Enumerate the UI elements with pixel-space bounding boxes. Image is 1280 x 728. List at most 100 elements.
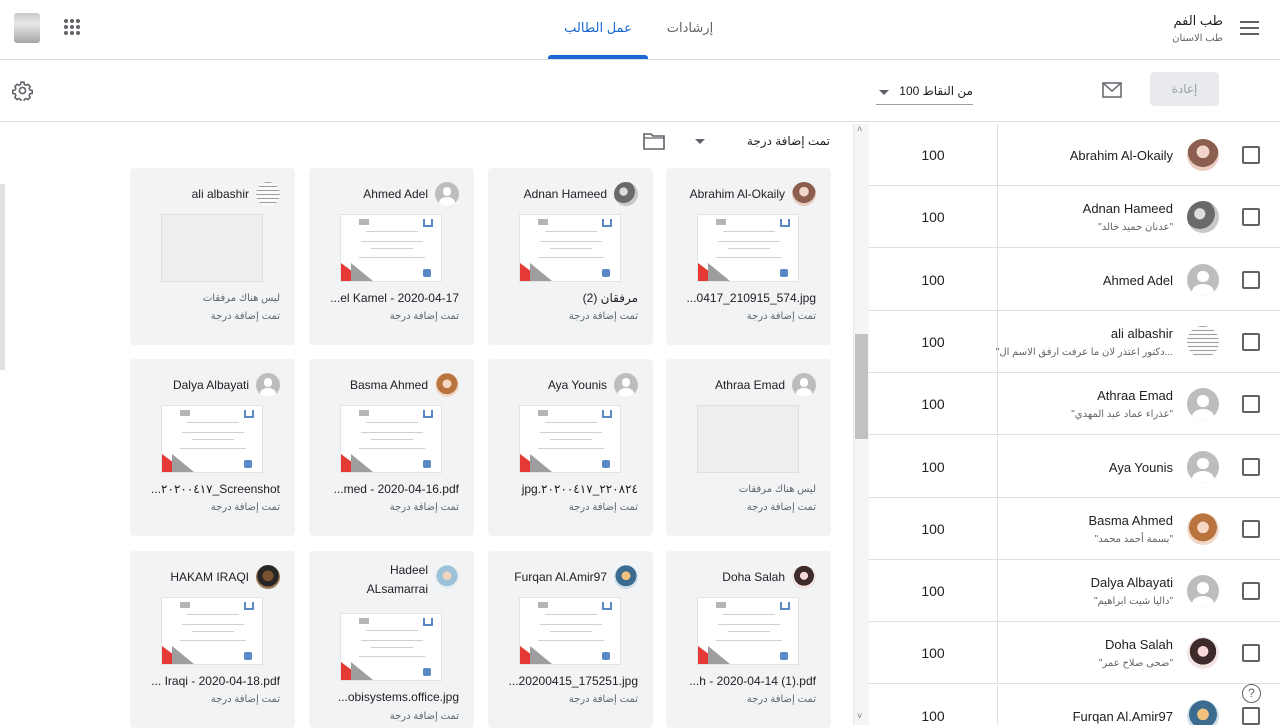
chevron-down-icon	[879, 90, 889, 95]
student-row[interactable]: 100 Ahmed Adel	[869, 248, 1280, 311]
student-row[interactable]: 100 ali albashir "دكتور اعتذر لان ما عرفت …	[869, 310, 1280, 373]
student-checkbox[interactable]	[1242, 519, 1260, 538]
grade-cell[interactable]: 100	[869, 684, 998, 725]
attachment-thumbnail[interactable]	[161, 214, 263, 282]
student-checkbox[interactable]	[1242, 146, 1260, 164]
student-name: Furqan Al.Amir97	[1072, 708, 1173, 724]
student-row[interactable]: 100 Aya Younis	[869, 435, 1280, 498]
grade-cell[interactable]: 100	[869, 124, 998, 186]
attachment-thumbnail[interactable]	[161, 597, 263, 665]
student-avatar	[1187, 201, 1219, 234]
attachment-thumbnail[interactable]	[161, 405, 263, 473]
chevron-down-icon[interactable]	[695, 139, 705, 144]
private-comment: "دكتور اعتذر لان ما عرفت ارفق الاسم ال..…	[995, 346, 1173, 358]
attachment-thumbnail[interactable]	[519, 597, 621, 665]
scroll-up-arrow-icon[interactable]: ˄	[857, 124, 862, 134]
student-avatar	[1187, 637, 1219, 670]
student-row[interactable]: 100 Dalya Albayati "داليا شيت ابراهيم"	[869, 560, 1280, 623]
submission-card[interactable]: Aya Younis jpg.٢٢٠٨٢٤_٢٠٢٠٠٤١٧ تمت إضافة د…	[488, 359, 653, 536]
card-avatar	[792, 565, 816, 589]
student-checkbox[interactable]	[1242, 332, 1260, 351]
student-row[interactable]: 100 Furqan Al.Amir97	[869, 684, 1280, 725]
student-checkbox[interactable]	[1242, 582, 1260, 601]
card-student-name: Dalya Albayati	[172, 378, 249, 392]
scroll-down-arrow-icon[interactable]: ˅	[857, 711, 862, 721]
attachment-thumbnail[interactable]	[340, 405, 442, 473]
filter-select-label[interactable]: تمت إضافة درجة	[747, 134, 830, 148]
student-name: Aya Younis	[1108, 459, 1173, 475]
student-name: Adnan Hameed	[1082, 201, 1173, 217]
student-checkbox[interactable]	[1242, 457, 1260, 476]
grade-status: تمت إضافة درجة	[210, 311, 280, 322]
student-checkbox[interactable]	[1242, 395, 1260, 414]
grade-cell[interactable]: 100	[869, 373, 998, 436]
attachment-thumbnail[interactable]	[519, 405, 621, 473]
card-avatar	[614, 565, 638, 589]
gear-icon[interactable]	[12, 80, 33, 101]
card-student-name: Ahmed Adel	[363, 187, 428, 201]
card-student-name: Doha Salah	[722, 570, 785, 584]
folder-icon[interactable]	[643, 132, 665, 150]
course-title[interactable]: طب الفم	[1173, 13, 1223, 29]
student-name: Doha Salah	[1105, 637, 1173, 653]
tab-student-work[interactable]: عمل الطالب	[548, 0, 648, 59]
grade-cell[interactable]: 100	[869, 560, 998, 623]
return-button[interactable]: إعادة	[1150, 72, 1219, 106]
submission-card[interactable]: Basma Ahmed ...med - 2020-04-16.pdf تمت إض…	[309, 359, 474, 536]
private-comment: "بسمة أحمد محمد"	[1094, 533, 1173, 545]
grade-status: تمت إضافة درجة	[746, 502, 816, 513]
attachment-thumbnail[interactable]	[697, 214, 799, 282]
submission-card[interactable]: ali albashir ليس هناك مرفقات تمت إضافة درج…	[130, 168, 295, 345]
card-student-name: Basma Ahmed	[349, 378, 428, 392]
submission-card[interactable]: Adnan Hameed مرفقان (2) تمت إضافة درجة	[488, 168, 653, 345]
student-row[interactable]: 100 Doha Salah "ضحى صلاح عمر"	[869, 622, 1280, 685]
student-checkbox[interactable]	[1242, 270, 1260, 289]
attachment-thumbnail[interactable]	[697, 405, 799, 473]
card-avatar	[614, 373, 638, 397]
attachment-thumbnail[interactable]	[519, 214, 621, 282]
attachment-name: ...el Kamel - 2020-04-17	[330, 291, 459, 305]
attachment-thumbnail[interactable]	[340, 613, 442, 681]
student-row[interactable]: 100 Basma Ahmed "بسمة أحمد محمد"	[869, 497, 1280, 560]
grade-cell[interactable]: 100	[869, 622, 998, 685]
submission-card[interactable]: Furqan Al.Amir97 ...20200415_175251.jpg تم…	[488, 551, 653, 728]
grade-status: تمت إضافة درجة	[210, 694, 280, 705]
attachment-thumbnail[interactable]	[340, 214, 442, 282]
submission-card[interactable]: Abrahim Al-Okaily ...0417_210915_574.jpg ت…	[666, 168, 831, 345]
grade-cell[interactable]: 100	[869, 186, 998, 249]
student-row[interactable]: 100 Athraa Emad "عذراء عماد عبد المهدي"	[869, 373, 1280, 436]
attachment-thumbnail[interactable]	[697, 597, 799, 665]
submission-card[interactable]: Dalya Albayati ...٢٠٢٠٠٤١٧_Screenshot تمت …	[130, 359, 295, 536]
submission-card[interactable]: Doha Salah ...h - 2020-04-14 (1).pdf تمت إ…	[666, 551, 831, 728]
submission-card[interactable]: Hadeel ALsamarrai ...obisystems.office.jp…	[309, 551, 474, 728]
student-row[interactable]: 100 Adnan Hameed "عدنان حميد خالد"	[869, 186, 1280, 249]
help-icon[interactable]: ?	[1242, 684, 1261, 703]
grade-cell[interactable]: 100	[869, 310, 998, 373]
private-comment: "عذراء عماد عبد المهدي"	[1071, 409, 1173, 421]
student-avatar	[1187, 512, 1219, 545]
student-row[interactable]: 100 Abrahim Al-Okaily	[869, 124, 1280, 186]
account-avatar[interactable]	[14, 13, 40, 43]
submission-card[interactable]: HAKAM IRAQI ... Iraqi - 2020-04-18.pdf تمت…	[130, 551, 295, 728]
submission-card[interactable]: Ahmed Adel ...el Kamel - 2020-04-17 تمت إض…	[309, 168, 474, 345]
student-name: ali albashir	[1110, 325, 1173, 341]
grade-cell[interactable]: 100	[869, 497, 998, 560]
card-student-name: HAKAM IRAQI	[170, 570, 249, 584]
student-avatar	[1187, 575, 1219, 608]
mail-icon[interactable]	[1102, 82, 1122, 98]
student-checkbox[interactable]	[1242, 644, 1260, 663]
submission-card[interactable]: Athraa Emad ليس هناك مرفقات تمت إضافة درجة	[666, 359, 831, 536]
left-scrollbar[interactable]	[0, 184, 5, 370]
card-student-name: Furqan Al.Amir97	[514, 570, 607, 584]
student-checkbox[interactable]	[1242, 706, 1260, 725]
card-student-name: Hadeel ALsamarrai	[366, 563, 428, 596]
course-subtitle: طب الاسنان	[1172, 33, 1223, 44]
scrollbar-thumb[interactable]	[855, 334, 868, 439]
student-checkbox[interactable]	[1242, 208, 1260, 227]
grade-cell[interactable]: 100	[869, 435, 998, 498]
apps-grid-icon[interactable]	[64, 19, 81, 36]
points-select[interactable]: 100 من النقاط	[876, 81, 973, 105]
hamburger-menu-icon[interactable]	[1240, 21, 1259, 35]
tab-instructions[interactable]: إرشادات	[660, 0, 720, 59]
grade-cell[interactable]: 100	[869, 248, 998, 311]
